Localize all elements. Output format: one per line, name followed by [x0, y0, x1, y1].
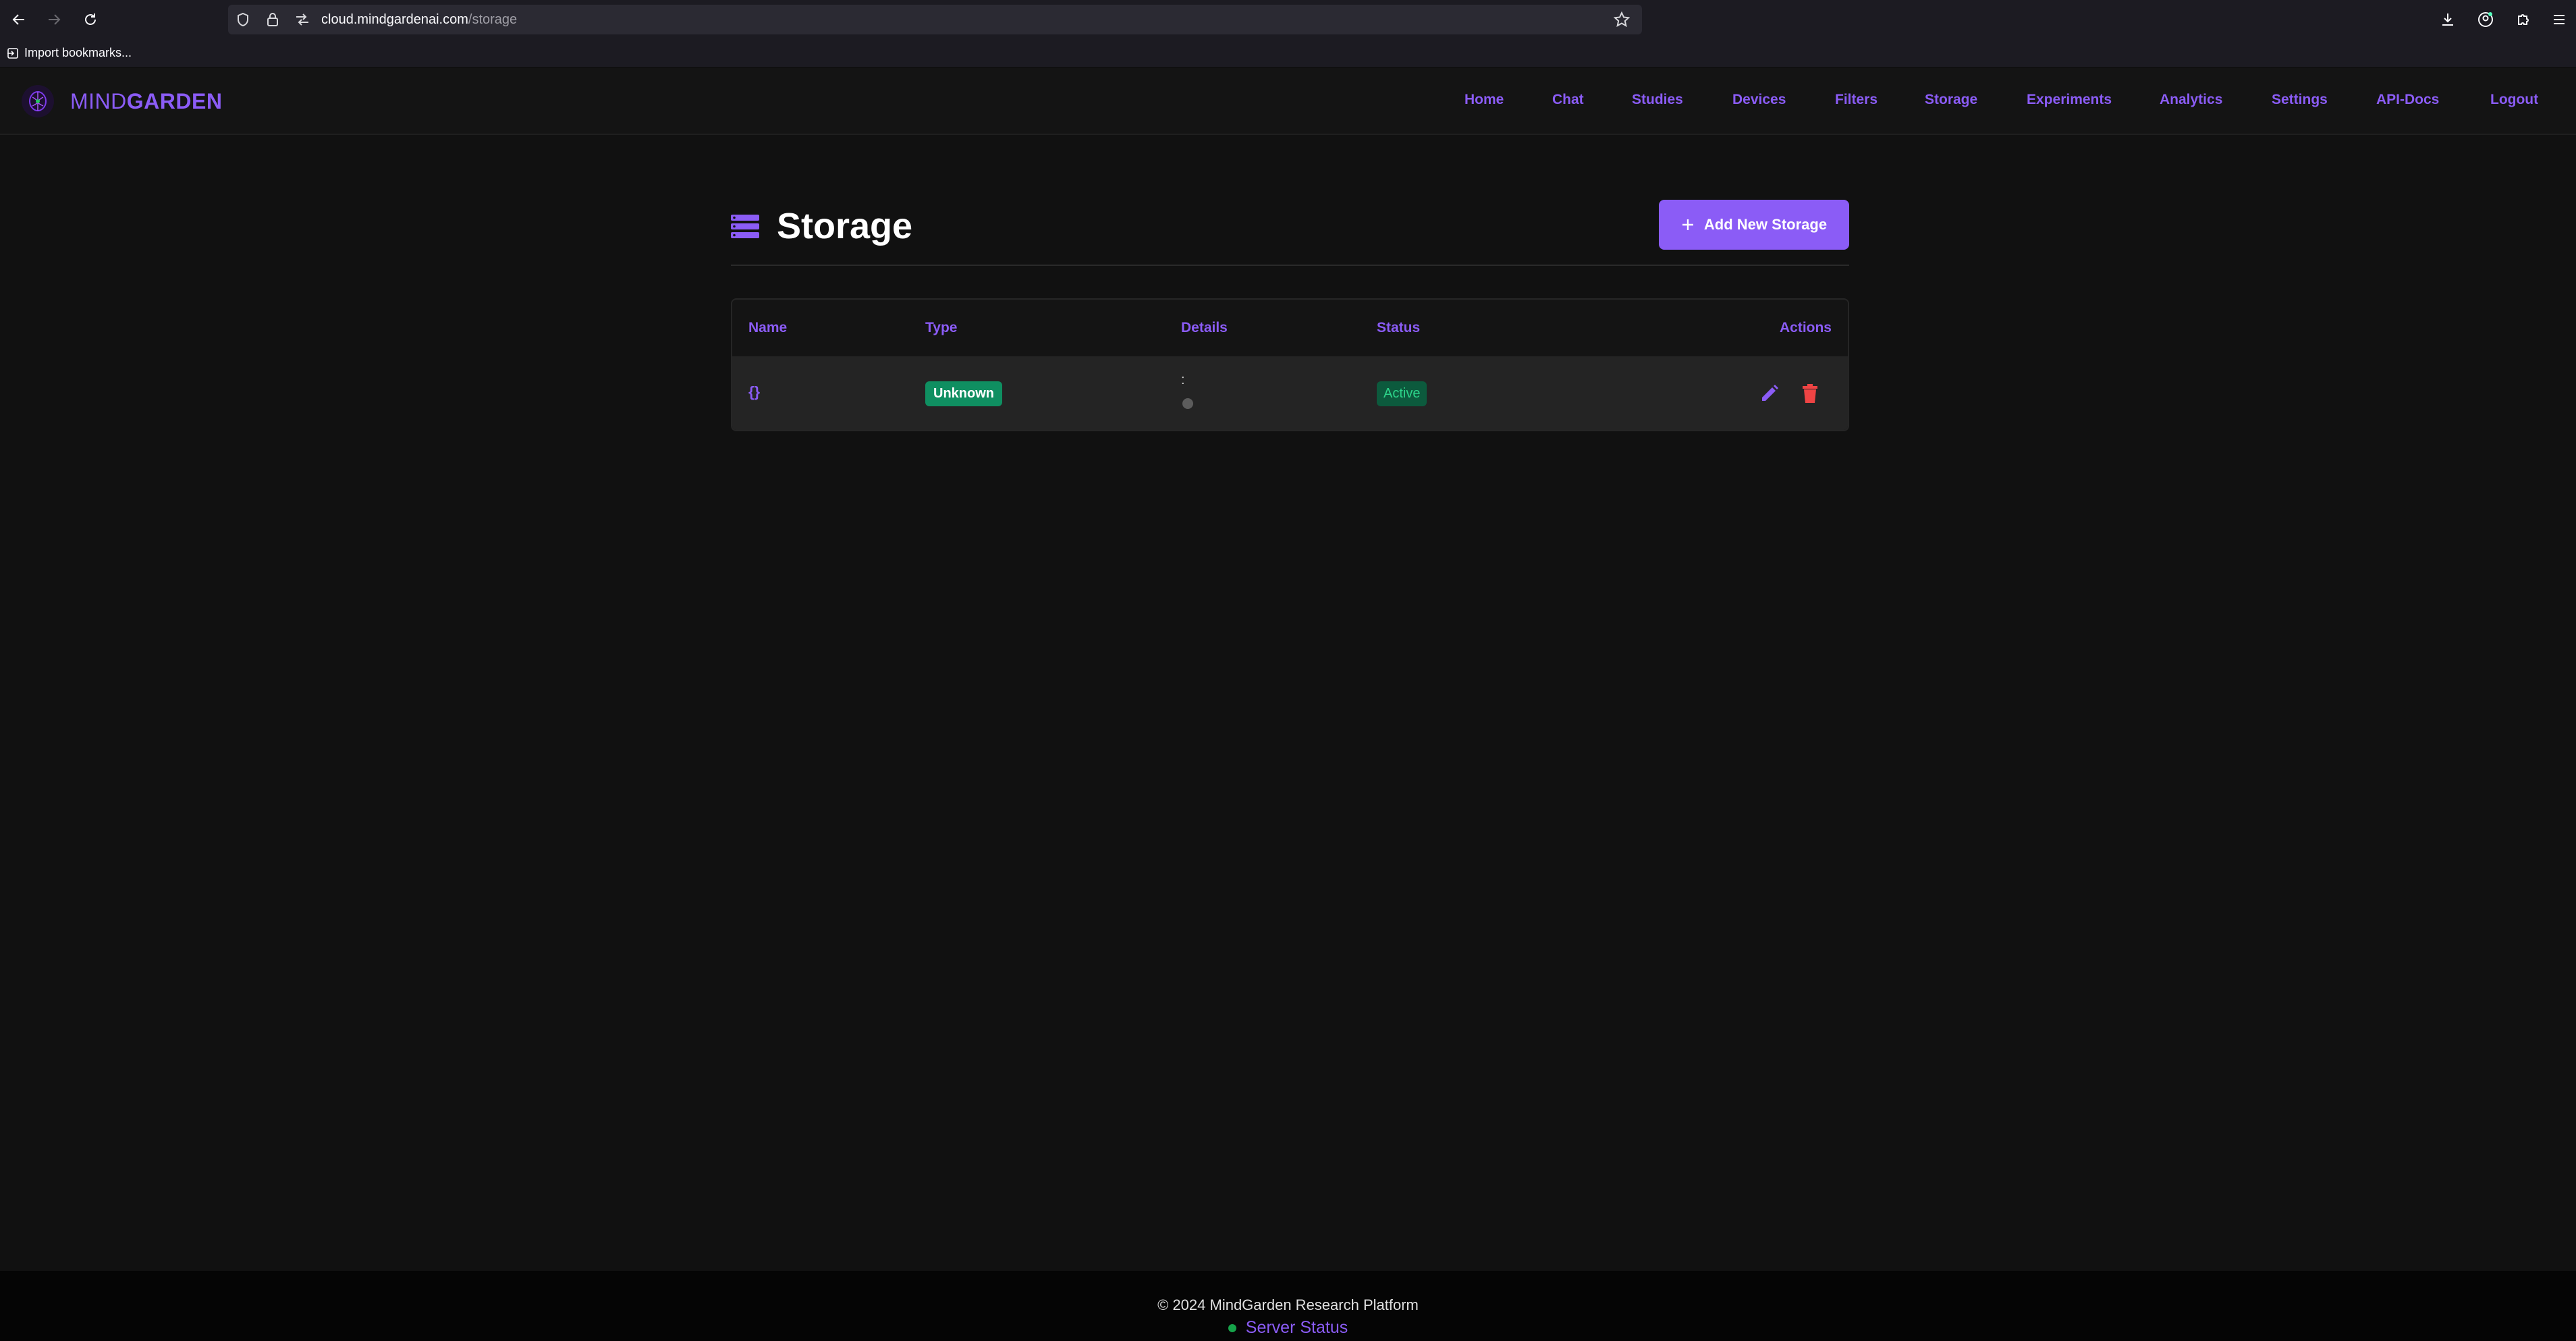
page-title-wrap: Storage — [731, 205, 912, 247]
footer: © 2024 MindGarden Research Platform Serv… — [0, 1271, 2576, 1341]
column-header-name: Name — [748, 320, 788, 335]
lock-icon[interactable] — [258, 5, 287, 34]
reload-icon — [85, 13, 96, 25]
copyright-text: © 2024 MindGarden Research Platform — [1157, 1296, 1419, 1313]
account-icon — [2478, 12, 2493, 27]
toolbar-right — [2429, 3, 2576, 36]
column-header-actions: Actions — [1779, 320, 1832, 335]
download-icon — [2442, 13, 2453, 26]
import-bookmarks-label: Import bookmarks... — [24, 46, 132, 59]
storage-table: Name Type Details Status Actions {} Unkn… — [731, 298, 1849, 431]
nav-studies[interactable]: Studies — [1632, 92, 1683, 108]
add-new-storage-label: Add New Storage — [1703, 216, 1828, 233]
url-text[interactable]: cloud.mindgardenai.com/storage — [321, 12, 517, 28]
nav-api-docs[interactable]: API-Docs — [2376, 92, 2439, 108]
url-bar[interactable]: cloud.mindgardenai.com/storage — [228, 5, 1642, 34]
arrow-left-icon — [12, 14, 24, 25]
column-header-details: Details — [1181, 320, 1228, 335]
brand-name-light: MIND — [70, 88, 127, 113]
back-button[interactable] — [3, 3, 35, 36]
bookmarks-bar: Import bookmarks... — [0, 39, 2576, 67]
pencil-icon — [1762, 385, 1778, 401]
nav-filters[interactable]: Filters — [1835, 92, 1878, 108]
url-host: cloud.mindgardenai.com — [321, 11, 468, 27]
column-header-type: Type — [925, 320, 958, 335]
hamburger-icon — [2554, 15, 2565, 24]
brain-logo-icon — [22, 85, 54, 117]
server-status: Server Status — [0, 1318, 2576, 1338]
nav-analytics[interactable]: Analytics — [2160, 92, 2222, 108]
nav-storage[interactable]: Storage — [1925, 92, 1977, 108]
extensions-button[interactable] — [2504, 3, 2542, 36]
trash-icon — [1803, 384, 1817, 403]
plus-icon — [1682, 219, 1693, 230]
nav-chat[interactable]: Chat — [1552, 92, 1584, 108]
type-badge: Unknown — [925, 381, 1002, 406]
page-title: Storage — [777, 206, 913, 246]
bookmark-star-icon[interactable] — [1607, 5, 1637, 34]
arrow-right-icon — [49, 14, 61, 25]
edit-button[interactable] — [1756, 380, 1783, 407]
permissions-icon[interactable] — [287, 5, 317, 34]
reload-button[interactable] — [74, 3, 107, 36]
menu-button[interactable] — [2542, 3, 2576, 36]
details-separator: : — [1181, 373, 1185, 387]
downloads-button[interactable] — [2429, 3, 2467, 36]
nav-settings[interactable]: Settings — [2272, 92, 2328, 108]
delete-button[interactable] — [1797, 380, 1824, 407]
puzzle-icon — [2518, 14, 2529, 25]
brand[interactable]: MINDGARDEN — [19, 84, 222, 119]
account-button[interactable] — [2467, 3, 2504, 36]
add-new-storage-button[interactable]: Add New Storage — [1659, 200, 1849, 250]
url-path: /storage — [468, 11, 518, 27]
details-indicator-dot — [1182, 398, 1193, 409]
table-header: Name Type Details Status Actions — [732, 300, 1848, 356]
brand-name-bold: GARDEN — [126, 88, 223, 113]
page-header: Storage Add New Storage — [731, 196, 1849, 266]
server-status-link[interactable]: Server Status — [1246, 1318, 1348, 1338]
status-badge: Active — [1377, 381, 1427, 406]
main-nav: Home Chat Studies Devices Filters Storag… — [1444, 92, 2576, 112]
nav-experiments[interactable]: Experiments — [2027, 92, 2112, 108]
nav-logout[interactable]: Logout — [2490, 92, 2538, 108]
column-header-status: Status — [1377, 320, 1421, 335]
import-bookmarks-link[interactable]: Import bookmarks... — [7, 46, 132, 60]
shield-icon[interactable] — [228, 5, 258, 34]
nav-home[interactable]: Home — [1464, 92, 1504, 108]
app-header: MINDGARDEN Home Chat Studies Devices Fil… — [0, 67, 2576, 135]
storage-name: {} — [748, 383, 761, 400]
browser-toolbar: cloud.mindgardenai.com/storage — [0, 0, 2576, 39]
nav-devices[interactable]: Devices — [1732, 92, 1786, 108]
storage-icon — [731, 215, 759, 238]
forward-button[interactable] — [38, 3, 70, 36]
server-status-dot-icon — [1228, 1323, 1236, 1332]
table-row: {} Unknown : Active — [732, 356, 1848, 430]
brand-name: MINDGARDEN — [70, 89, 222, 114]
import-icon — [7, 47, 18, 59]
